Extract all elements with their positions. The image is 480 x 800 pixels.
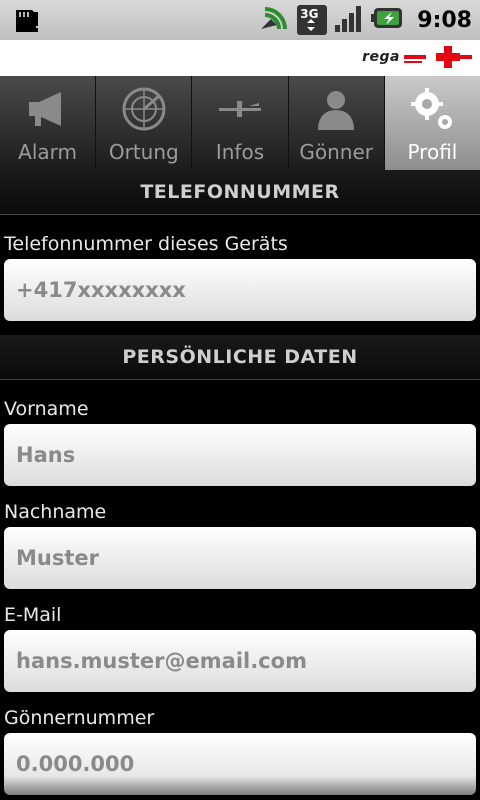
member-number-field[interactable]: 0.000.000	[4, 733, 476, 795]
firstname-label: Vorname	[4, 398, 89, 420]
sync-icon	[257, 3, 291, 37]
section-header-phone: TELEFONNUMMER	[0, 170, 480, 215]
gear-icon	[409, 86, 455, 132]
member-number-label: Gönnernummer	[4, 707, 155, 729]
status-bar: 3G 9:08	[0, 0, 480, 40]
tab-bar: Alarm Ortung Infos Gönner Profil	[0, 76, 480, 170]
aircraft-icon	[217, 86, 263, 132]
rega-cross-icon	[404, 46, 472, 68]
signal-strength-icon	[333, 3, 365, 37]
profile-form: TELEFONNUMMER Telefonnummer dieses Gerät…	[0, 170, 480, 800]
tab-ortung[interactable]: Ortung	[96, 76, 193, 170]
email-label: E-Mail	[4, 604, 62, 626]
rega-logo: rega	[362, 46, 472, 68]
tab-profil[interactable]: Profil	[384, 76, 480, 170]
email-field[interactable]: hans.muster@email.com	[4, 630, 476, 692]
tab-goenner[interactable]: Gönner	[288, 76, 385, 170]
phone-label: Telefonnummer dieses Geräts	[4, 233, 288, 255]
brand-text: rega	[362, 49, 400, 65]
battery-charging-icon	[371, 5, 407, 35]
radar-icon	[121, 86, 167, 132]
phone-field[interactable]: +417xxxxxxxx	[4, 259, 476, 321]
network-3g-icon: 3G	[297, 5, 328, 35]
section-header-personal: PERSÖNLICHE DATEN	[0, 335, 480, 380]
brand-bar: rega	[0, 40, 480, 76]
lastname-field[interactable]: Muster	[4, 527, 476, 589]
lastname-label: Nachname	[4, 501, 107, 523]
megaphone-icon	[25, 86, 71, 132]
tab-alarm[interactable]: Alarm	[0, 76, 97, 170]
clock: 9:08	[417, 7, 472, 33]
sd-card-alert-icon	[12, 4, 42, 36]
tab-infos[interactable]: Infos	[192, 76, 289, 170]
firstname-field[interactable]: Hans	[4, 424, 476, 486]
person-icon	[313, 86, 359, 132]
